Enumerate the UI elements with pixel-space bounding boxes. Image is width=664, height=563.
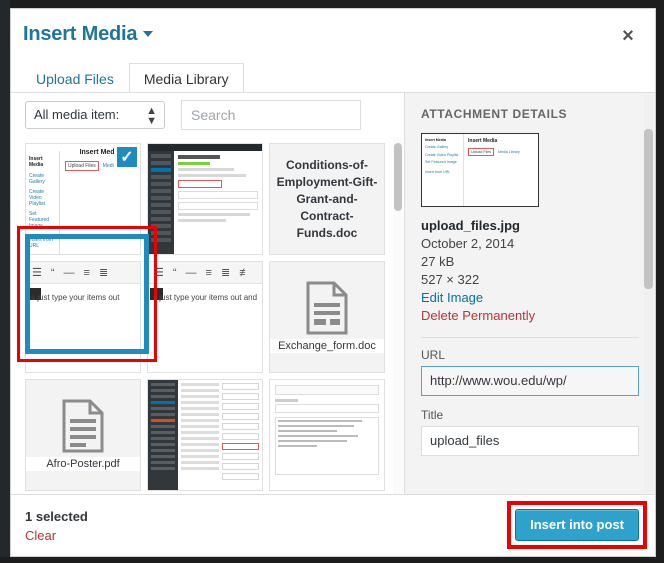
thumb-col-left [181,383,219,487]
modal-title-text: Insert Media [23,23,138,45]
media-item-text-widget[interactable] [269,379,385,491]
clear-selection-link[interactable]: Clear [25,528,56,543]
thumbnail-text-widget [270,380,384,490]
attachment-dimensions: 527 × 322 [421,272,480,287]
media-item-editor-b[interactable]: ☰ “— ≡ ≣ ≢ s just type your items out and [147,261,263,373]
selected-count-label: 1 selected [25,509,88,524]
search-input[interactable] [181,100,361,130]
insert-media-modal: Insert Media × Upload Files Media Librar… [10,8,656,557]
tab-media-library[interactable]: Media Library [128,63,244,94]
library-scrollbar-thumb[interactable] [394,143,402,211]
attachment-preview-thumbnail[interactable]: Insert Media Create Gallery Create Video… [421,133,539,207]
media-item-label: Afro-Poster.pdf [26,457,140,471]
media-item-afro-poster-pdf[interactable]: Afro-Poster.pdf [25,379,141,491]
media-item-upload-files[interactable]: Insert Media Create Gallery Create Video… [25,143,141,255]
preview-tabs: Upload Files Media Library [468,148,534,156]
preview-sidebar-item: Insert from URL [425,170,451,175]
thumb-text: s just type your items out [31,293,120,302]
thumb-widget-header [275,385,379,395]
thumbnail-wp-settings [148,380,262,490]
media-item-edit-post[interactable] [147,143,263,255]
media-filter-value: All media item: [34,107,120,122]
page-backdrop-right [656,0,664,563]
document-icon [306,281,348,335]
preview-sidebar-item: Insert Media [425,138,446,142]
thumb-textarea [275,417,379,475]
tab-upload-files[interactable]: Upload Files [21,63,129,94]
preview-tab-media-library: Media Library [497,150,520,154]
close-icon[interactable]: × [611,21,645,51]
thumbnail-edit-post [148,144,262,254]
thumb-sidebar [148,380,178,490]
page-backdrop-bottom [0,557,664,563]
details-scrollbar-thumb[interactable] [644,129,653,289]
url-field-group: URL http://www.wou.edu/wp/ [421,348,639,396]
title-input[interactable]: upload_files [421,426,639,456]
media-item-editor-a[interactable]: ☰ “— ≡ ≣ s just type your items out [25,261,141,373]
thumb-col-right [221,383,259,487]
attachment-meta: upload_files.jpg October 2, 2014 27 kB 5… [421,217,639,325]
media-item-exchange-doc[interactable]: Exchange_form.doc [269,261,385,373]
updown-arrows-icon: ▲ ▼ [146,105,157,127]
insert-into-post-button[interactable]: Insert into post [515,509,639,541]
attachment-filesize: 27 kB [421,254,455,269]
tab-bar: Upload Files Media Library [21,60,244,94]
delete-permanently-link[interactable]: Delete Permanently [421,307,639,325]
thumb-main [174,151,262,254]
media-grid: Insert Media Create Gallery Create Video… [11,137,391,491]
thumb-sidebar [148,151,174,254]
page-backdrop-left [0,0,10,563]
url-label: URL [421,348,446,362]
preview-sidebar-item: Create Gallery [425,145,449,150]
thumbnail-editor-toolbar: ☰ “— ≡ ≣ ≢ s just type your items out and [148,262,262,372]
document-icon [62,399,104,453]
thumb-editor-bar: ☰ “— ≡ ≣ [26,262,140,284]
media-item-label: Exchange_form.doc [270,339,384,353]
preview-sidebar-item: Set Featured Image [425,160,457,165]
chevron-down-icon[interactable] [143,31,154,37]
attachment-filename: upload_files.jpg [421,218,520,233]
details-divider [421,337,639,338]
media-item-wp-settings[interactable] [147,379,263,491]
thumbnail-editor-toolbar: ☰ “— ≡ ≣ s just type your items out [26,262,140,372]
title-field-group: Title upload_files [421,408,639,456]
details-scrollbar[interactable] [644,95,653,492]
attachment-date: October 2, 2014 [421,236,515,251]
screen: Insert Media × Upload Files Media Librar… [0,0,664,563]
media-item-label: Conditions-of-Employment-Gift-Grant-and-… [276,157,378,240]
page-title: Insert Media [23,23,154,46]
title-label: Title [421,408,444,422]
preview-title: Insert Media [468,138,498,144]
edit-image-link[interactable]: Edit Image [421,289,639,307]
thumb-sidebar: Insert Media Create Gallery Create Video… [26,151,60,254]
preview-main: Insert Media Upload Files Media Library [464,134,538,206]
library-toolbar: All media item: ▲ ▼ [11,93,404,137]
attachment-details-heading: ATTACHMENT DETAILS [421,107,568,121]
thumb-editor-bar: ☰ “— ≡ ≣ ≢ [148,262,262,284]
thumb-text: s just type your items out and [153,293,258,302]
checkmark-icon: ✓ [114,144,140,170]
modal-header: Insert Media × Upload Files Media Librar… [11,9,655,94]
preview-tab-upload-files: Upload Files [468,148,494,156]
media-grid-scroll-region: Insert Media Create Gallery Create Video… [11,137,404,494]
url-input[interactable]: http://www.wou.edu/wp/ [421,366,639,396]
preview-sidebar: Insert Media Create Gallery Create Video… [422,134,464,206]
preview-sidebar-item: Create Video Playlist [425,152,459,157]
library-scrollbar[interactable] [393,137,403,494]
thumb-adminbar [148,144,262,151]
thumb-main [178,380,262,490]
page-backdrop-top [0,0,664,8]
modal-body: All media item: ▲▼ Insert Media Create G… [11,93,655,494]
media-filter-select[interactable]: All media item: ▲ ▼ [25,101,165,129]
media-library-panel: All media item: ▲▼ Insert Media Create G… [11,93,405,494]
attachment-details-panel: ATTACHMENT DETAILS Insert Media Create G… [405,93,655,494]
media-item-conditions-doc[interactable]: Conditions-of-Employment-Gift-Grant-and-… [269,143,385,255]
modal-footer: 1 selected Clear Insert into post [11,494,655,556]
